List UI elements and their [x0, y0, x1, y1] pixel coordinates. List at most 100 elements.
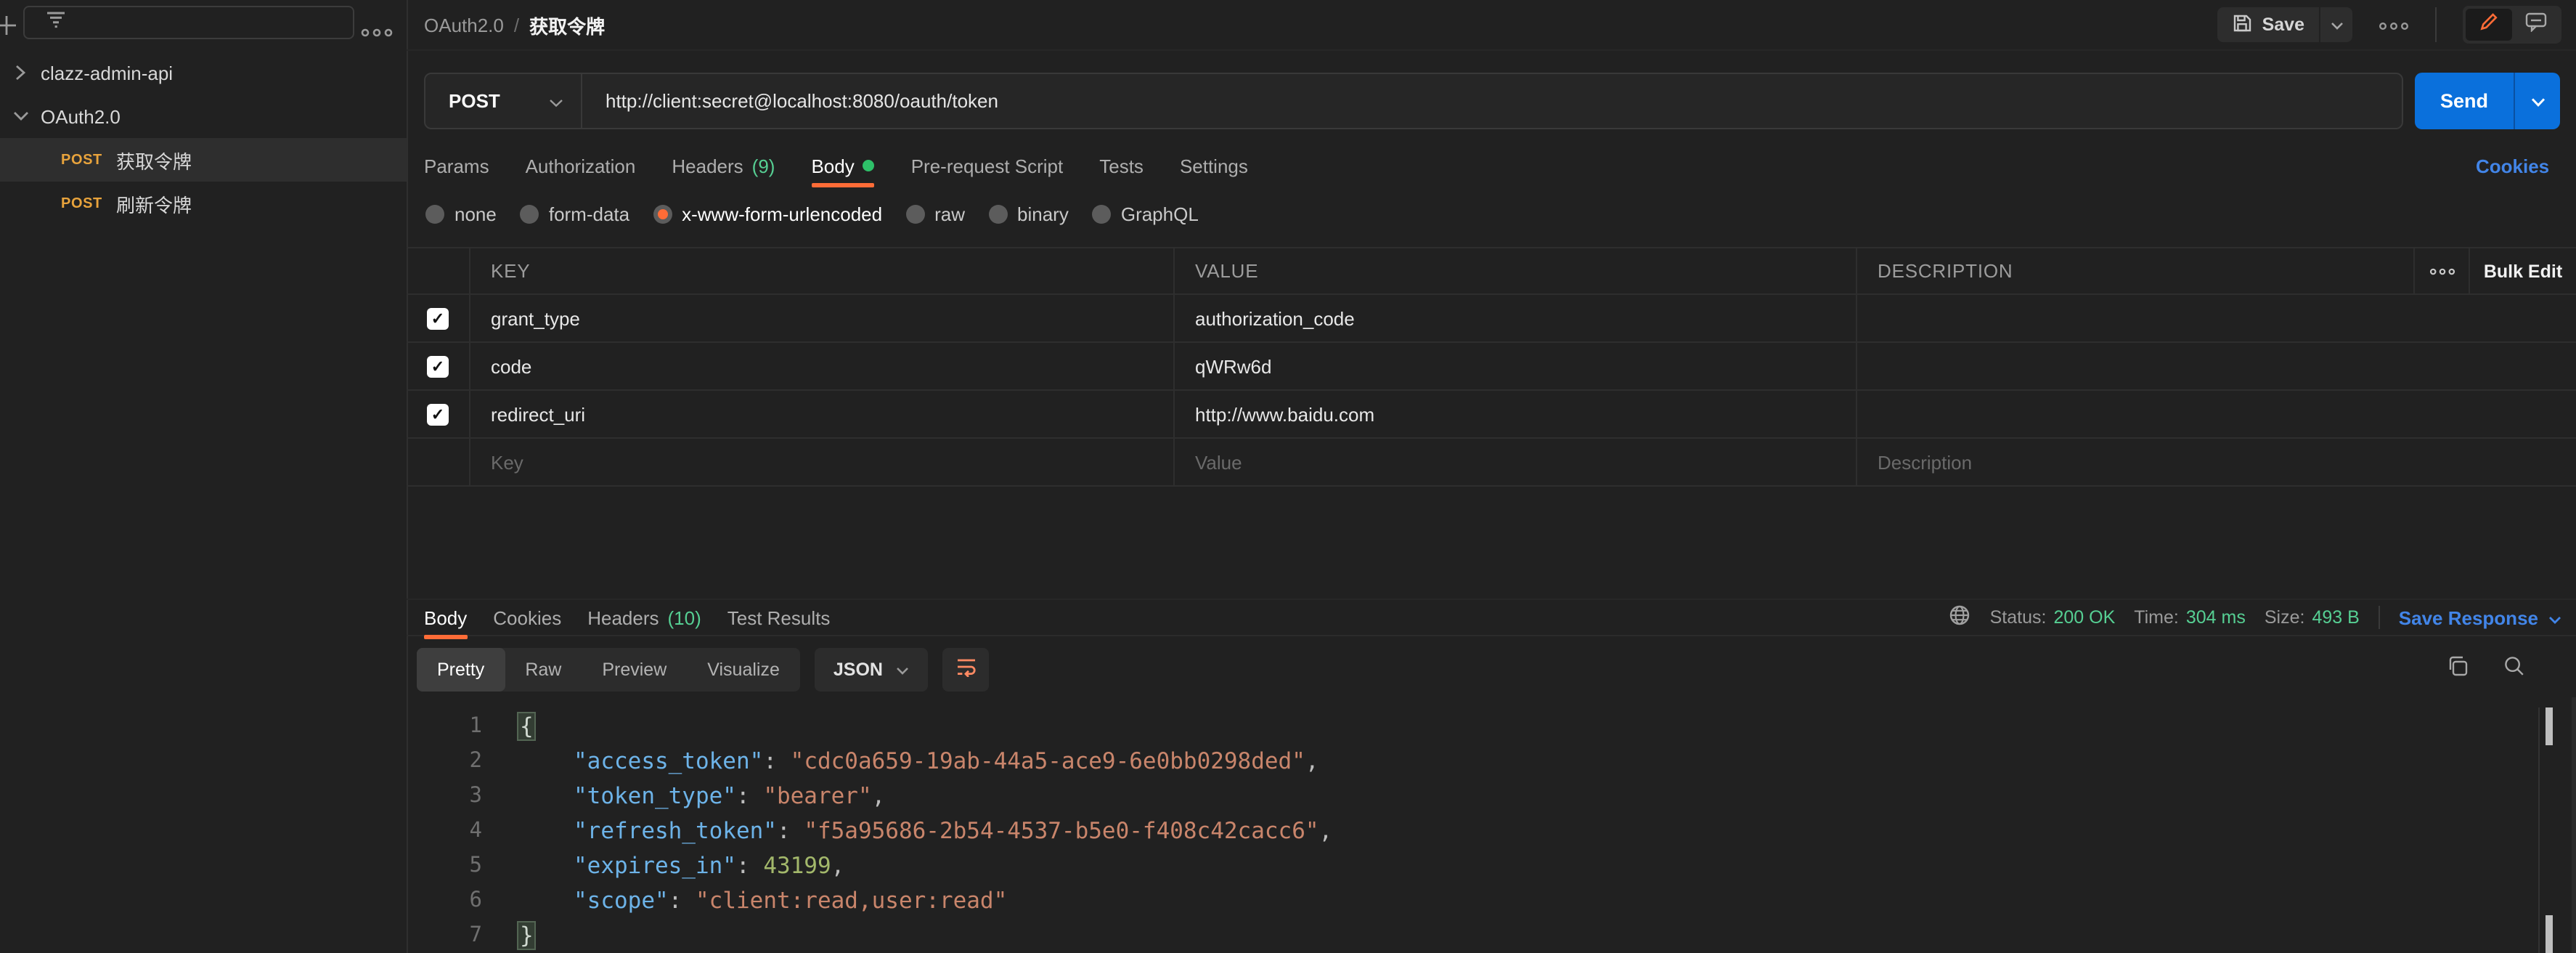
row-checkbox-cell [407, 439, 470, 485]
param-value[interactable]: authorization_code [1175, 295, 1857, 341]
row-checkbox-cell: ✓ [407, 343, 470, 389]
request-more-options-icon[interactable] [2379, 12, 2409, 38]
tab-label: Params [424, 155, 489, 177]
wrap-text-icon [955, 656, 977, 684]
request-tabs: Params Authorization Headers (9) Body Pre… [424, 145, 1248, 187]
checkbox-checked[interactable]: ✓ [427, 355, 449, 377]
chevron-down-icon [896, 660, 909, 680]
param-key[interactable]: grant_type [470, 295, 1175, 341]
save-options-button[interactable] [2320, 7, 2352, 42]
language-select[interactable]: JSON [814, 648, 928, 692]
mode-x-www-form-urlencoded[interactable]: x-www-form-urlencoded [653, 203, 882, 224]
tab-label: Cookies [493, 607, 562, 628]
header-actions: Save [2217, 0, 2561, 49]
param-description[interactable] [1857, 343, 2576, 389]
search-icon[interactable] [2503, 655, 2525, 684]
response-tab-test-results[interactable]: Test Results [727, 597, 831, 638]
collection-name: clazz-admin-api [41, 62, 174, 84]
param-key[interactable]: code [470, 343, 1175, 389]
radio-icon [519, 204, 539, 223]
mode-graphql[interactable]: GraphQL [1091, 203, 1199, 224]
url-input[interactable]: http://client:secret@localhost:8080/oaut… [582, 74, 2402, 128]
tab-body[interactable]: Body [811, 145, 875, 187]
line-number: 5 [469, 854, 482, 877]
tab-authorization[interactable]: Authorization [526, 145, 636, 186]
save-button[interactable]: Save [2217, 7, 2319, 42]
json-token: , [1305, 748, 1319, 774]
mode-label: form-data [548, 203, 630, 224]
json-token: , [831, 853, 845, 879]
send-split-button: Send [2415, 73, 2560, 129]
tab-tests[interactable]: Tests [1099, 145, 1144, 186]
view-visualize[interactable]: Visualize [687, 648, 800, 692]
code-line: 3 "token_type": "bearer", [407, 779, 2538, 814]
tab-settings[interactable]: Settings [1180, 145, 1248, 186]
status-badge: Status: 200 OK [1990, 607, 2116, 628]
view-raw[interactable]: Raw [505, 648, 582, 692]
checkbox-checked[interactable]: ✓ [427, 307, 449, 329]
bulk-edit-button[interactable]: Bulk Edit [2469, 248, 2576, 293]
mode-binary[interactable]: binary [988, 203, 1069, 224]
cookies-label: Cookies [2476, 155, 2550, 177]
save-split-button: Save [2217, 7, 2352, 42]
param-key-placeholder[interactable]: Key [470, 439, 1175, 485]
comments-button[interactable] [2512, 9, 2559, 41]
cookies-link[interactable]: Cookies [2476, 145, 2549, 186]
json-token: } [516, 921, 537, 950]
sidebar-item-folder[interactable]: OAuth2.0 [0, 94, 407, 138]
chevron-down-icon [2548, 607, 2561, 628]
code-scrollbar-thumb[interactable] [2546, 707, 2553, 745]
response-tab-body[interactable]: Body [424, 597, 467, 639]
sidebar-item-collection[interactable]: clazz-admin-api [0, 51, 407, 94]
param-description[interactable] [1857, 295, 2576, 341]
copy-icon[interactable] [2447, 655, 2469, 684]
mode-label: binary [1017, 203, 1069, 224]
edit-mode-button[interactable] [2466, 9, 2512, 41]
sidebar-item-request-selected[interactable]: POST 获取令牌 [0, 138, 407, 182]
tab-headers[interactable]: Headers (9) [672, 145, 775, 186]
sidebar-more-options-icon[interactable] [360, 19, 394, 45]
send-button[interactable]: Send [2415, 73, 2514, 129]
globe-icon[interactable] [1949, 604, 1971, 630]
tab-params[interactable]: Params [424, 145, 489, 186]
param-description-placeholder[interactable]: Description [1857, 439, 2576, 485]
mode-form-data[interactable]: form-data [519, 203, 630, 224]
breadcrumb-parent[interactable]: OAuth2.0 [424, 14, 504, 36]
checkbox-checked[interactable]: ✓ [427, 403, 449, 425]
column-value: VALUE [1175, 248, 1857, 293]
response-tab-bar: Body Cookies Headers (10) Test Results St… [407, 597, 2576, 639]
size-label: Size: [2264, 607, 2305, 628]
response-tab-headers[interactable]: Headers (10) [587, 597, 701, 638]
view-preview[interactable]: Preview [582, 648, 687, 692]
main-panel: OAuth2.0 / 获取令牌 Save POST http://client:… [407, 0, 2576, 953]
view-pretty[interactable]: Pretty [417, 648, 505, 692]
response-tab-cookies[interactable]: Cookies [493, 597, 561, 638]
line-number: 2 [469, 750, 482, 773]
response-body-json[interactable]: 1 { 2 "access_token": "cdc0a659-19ab-44a… [407, 709, 2538, 953]
param-value-placeholder[interactable]: Value [1175, 439, 1857, 485]
time-label: Time: [2134, 607, 2179, 628]
line-number: 4 [469, 819, 482, 843]
json-token: : [763, 748, 791, 774]
tab-label: Authorization [525, 155, 636, 177]
new-collection-plus-icon[interactable] [0, 15, 17, 44]
method-select[interactable]: POST [425, 74, 582, 128]
time-value: 304 ms [2185, 607, 2246, 628]
mode-raw[interactable]: raw [905, 203, 965, 224]
sidebar-filter-input[interactable] [23, 6, 354, 39]
send-options-button[interactable] [2514, 73, 2560, 129]
param-value[interactable]: http://www.baidu.com [1175, 391, 1857, 437]
line-number: 6 [469, 889, 482, 912]
panel-scrollbar-thumb[interactable] [2546, 915, 2553, 953]
param-key[interactable]: redirect_uri [470, 391, 1175, 437]
table-more-options-icon[interactable] [2413, 248, 2469, 293]
tab-pre-request-script[interactable]: Pre-request Script [911, 145, 1064, 186]
param-description[interactable] [1857, 391, 2576, 437]
save-response-button[interactable]: Save Response [2399, 607, 2561, 628]
mode-none[interactable]: none [425, 203, 497, 224]
sidebar-item-request[interactable]: POST 刷新令牌 [0, 182, 407, 225]
table-row-empty: Key Value Description [407, 439, 2576, 487]
tab-count: (10) [667, 607, 701, 628]
param-value[interactable]: qWRw6d [1175, 343, 1857, 389]
wrap-text-button[interactable] [942, 648, 989, 692]
